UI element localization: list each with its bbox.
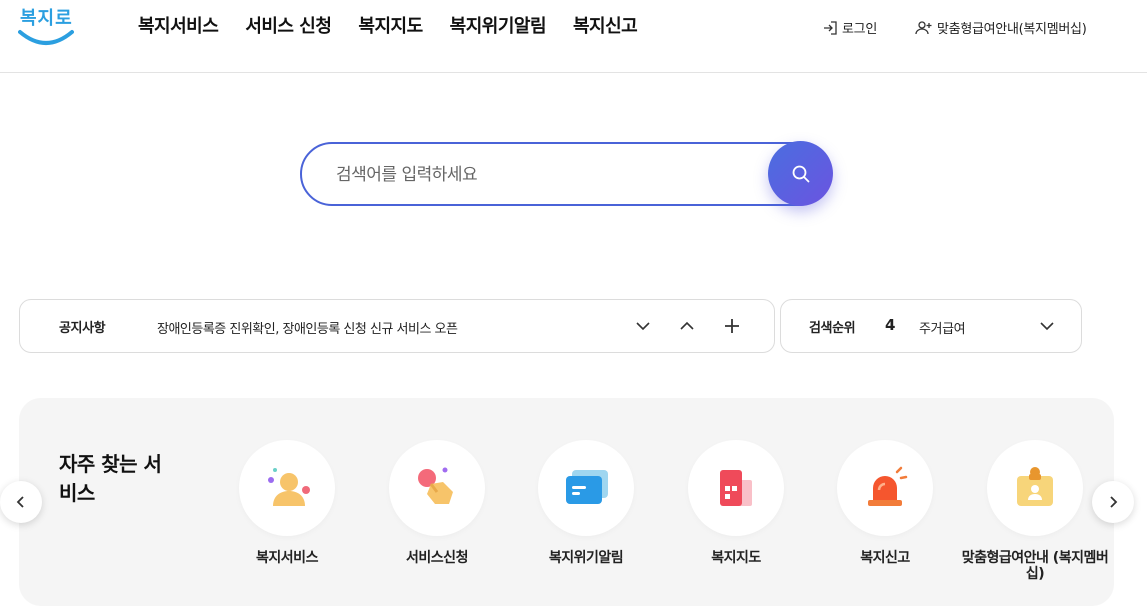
rank-number: 4: [885, 316, 896, 334]
person-icon: [239, 440, 335, 536]
user-add-icon: [915, 20, 932, 34]
notice-next-button[interactable]: [631, 314, 655, 338]
nav-welfare-service[interactable]: 복지서비스: [138, 12, 219, 38]
service-item-membership[interactable]: 맞춤형급여안내 (복지멤버십): [960, 440, 1110, 582]
service-item-service-apply[interactable]: 서비스신청: [362, 440, 512, 566]
rank-expand-button[interactable]: [1035, 314, 1059, 338]
login-link[interactable]: 로그인: [822, 18, 877, 37]
service-label: 복지신고: [860, 550, 910, 566]
membership-link[interactable]: 맞춤형급여안내(복지멤버십): [915, 18, 1087, 37]
chevron-up-icon: [680, 321, 694, 330]
login-label: 로그인: [842, 22, 877, 37]
logo-smile-icon: [18, 30, 74, 45]
search-input[interactable]: [336, 161, 756, 189]
nav-service-apply[interactable]: 서비스 신청: [245, 12, 332, 38]
search-rank-bar: 검색순위 4 주거급여: [780, 299, 1082, 353]
main-nav: 복지서비스 서비스 신청 복지지도 복지위기알림 복지신고: [138, 12, 664, 38]
service-label: 복지위기알림: [548, 550, 624, 566]
nav-crisis-alert[interactable]: 복지위기알림: [450, 12, 547, 38]
carousel-next-button[interactable]: [1092, 481, 1134, 523]
notice-bar: 공지사항 장애인등록증 진위확인, 장애인등록 신청 신규 서비스 오픈: [19, 299, 775, 353]
plus-icon: [725, 319, 739, 333]
id-card-icon: [987, 440, 1083, 536]
building-icon: [688, 440, 784, 536]
service-label: 복지서비스: [256, 550, 318, 566]
chevron-down-icon: [1040, 322, 1054, 331]
search-icon: [792, 165, 809, 182]
chevron-left-icon: [16, 496, 24, 508]
service-item-welfare-report[interactable]: 복지신고: [810, 440, 960, 566]
service-item-welfare-map[interactable]: 복지지도: [661, 440, 811, 566]
nav-welfare-map[interactable]: 복지지도: [358, 12, 423, 38]
notice-label: 공지사항: [59, 321, 106, 336]
rank-label: 검색순위: [809, 321, 856, 336]
search-button[interactable]: [768, 141, 833, 206]
service-item-crisis-alert[interactable]: 복지위기알림: [511, 440, 661, 566]
carousel-prev-button[interactable]: [0, 481, 42, 523]
hand-tap-icon: [389, 440, 485, 536]
site-header: 복지로 복지서비스 서비스 신청 복지지도 복지위기알림 복지신고 로그인 맞춤…: [0, 0, 1147, 73]
chevron-right-icon: [1110, 496, 1118, 508]
login-icon: [824, 20, 837, 35]
frequent-services-title: 자주 찾는 서비스: [59, 452, 162, 505]
nav-welfare-report[interactable]: 복지신고: [573, 12, 638, 38]
service-label: 복지지도: [711, 550, 761, 566]
notice-prev-button[interactable]: [675, 314, 699, 338]
notice-more-button[interactable]: [720, 314, 744, 338]
rank-term[interactable]: 주거급여: [919, 318, 966, 337]
siren-icon: [837, 440, 933, 536]
service-label: 맞춤형급여안내 (복지멤버십): [961, 550, 1109, 582]
notice-text[interactable]: 장애인등록증 진위확인, 장애인등록 신청 신규 서비스 오픈: [157, 318, 458, 337]
service-label: 서비스신청: [406, 550, 468, 566]
message-card-icon: [538, 440, 634, 536]
frequent-services-panel: 자주 찾는 서비스 복지서비스 서비스신청 복지위기알림 복지지도 복지신고 맞…: [19, 398, 1114, 606]
chevron-down-icon: [636, 322, 650, 331]
membership-label: 맞춤형급여안내(복지멤버십): [937, 22, 1087, 37]
search-box: [300, 142, 830, 206]
service-item-welfare-service[interactable]: 복지서비스: [212, 440, 362, 566]
bokjiro-logo[interactable]: 복지로: [18, 4, 76, 50]
